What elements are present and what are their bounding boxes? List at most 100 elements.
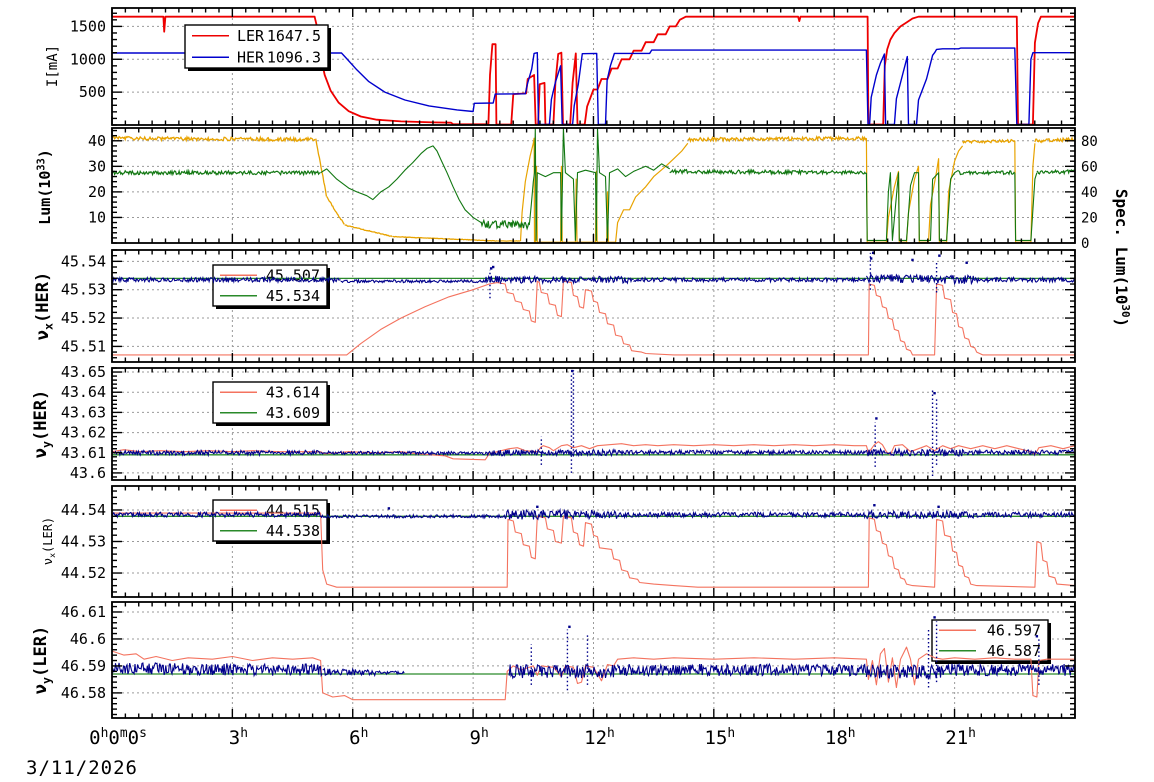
series-nuy-ler-dots [568,625,571,629]
series-nux-ler-dots [873,504,876,507]
y-tick-label: 30 [88,157,106,175]
series-lum [344,224,393,238]
series-nux-ler-dots [387,507,391,510]
y-tick-label: 46.61 [61,603,106,621]
y-tick-label: 45.53 [61,281,106,299]
series-nuy-ler-meas [865,663,955,680]
legend: 46.597 46.587 [931,619,1051,664]
y-tick-label: 46.58 [61,684,106,702]
legend-value: 43.614 [266,383,320,401]
series-nux-her-dots [491,265,495,269]
series-spec-lum [958,169,1015,176]
series-spec-lum-injection [528,128,670,241]
data-group [112,128,1075,243]
y-tick-label: 1000 [70,50,106,68]
series-nuy-ler-dots [933,616,936,619]
series-nux-ler-meas [504,507,618,521]
series-lum [326,196,345,225]
x-tick-label: 9h [470,726,489,749]
y-tick-label: 1500 [70,17,106,35]
series-nuy-her-meas [617,448,867,457]
date-label: 3/11/2026 [26,757,138,779]
y-axis-title: Lum(1033) [36,149,54,225]
series-nux-her-dots [911,258,914,262]
series-spec-lum [112,168,321,177]
series-spec-lum [1036,168,1075,176]
series-nux-her-dots [938,254,941,257]
legend-value: 45.507 [266,266,320,284]
legend: 43.614 43.609 [212,381,330,426]
y-tick-label: 43.64 [61,383,106,401]
y-tick-label: 46.6 [70,630,106,648]
y-tick-label: 43.63 [61,403,106,421]
series-nuy-her-dots [571,369,574,373]
legend-value: 1096.3 [267,48,321,66]
series-lum [962,138,1016,145]
series-nux-her-dots [965,261,968,264]
y2-tick-label: 80 [1081,134,1098,150]
series-spec-lum [669,168,867,177]
y-tick-label: 44.54 [61,501,106,519]
series-nux-ler-dots [937,505,940,509]
y-tick-label: 43.61 [61,444,106,462]
y2-tick-label: 0 [1081,236,1089,252]
series-nuy-her-dots [875,417,878,420]
series-nuy-her-dots [933,392,936,395]
y-tick-label: 43.62 [61,424,106,442]
y2-tick-label: 40 [1081,185,1098,201]
series-nux-ler-meas [865,509,975,520]
series-nux-her-meas [340,278,486,285]
y-tick-label: 45.54 [61,252,106,270]
series-nux-her-meas [865,272,975,286]
y-tick-label: 45.51 [61,337,106,355]
x-tick-label: 6h [349,726,368,749]
x-tick-label: 3h [229,726,248,749]
y-tick-label: 43.65 [61,363,106,381]
legend: LER 1647.5HER 1096.3 [184,24,331,71]
legend-value: 43.609 [266,404,320,422]
y-tick-label: 44.53 [61,533,106,551]
series-nux-her-dots [869,257,873,260]
series-nuy-her-meas [966,448,1075,457]
y-tick-label: 46.59 [61,657,106,675]
legend-value: 1647.5 [267,27,321,45]
y-tick-label: 44.52 [61,564,106,582]
y2-tick-label: 60 [1081,159,1098,175]
legend: 45.507 45.534 [212,264,330,309]
series-lum-injection [519,137,689,243]
series-nuy-ler-meas [508,663,618,680]
series-nuy-ler-dots [1035,635,1039,638]
series-nux-her-meas [500,274,634,286]
y-tick-label: 500 [79,83,106,101]
y-axis-title: νx(HER) [33,272,55,340]
tune-monitor-plot: LER 1647.5HER 1096.3 500 1000 1500 I[mA] 10 20 30… [31,7,1132,749]
y2-axis-title: Spec. Lum(1030) [1112,189,1132,327]
legend-series-name: HER [237,48,265,66]
series-lum-evening [865,138,964,243]
x-tick-label: 0h0m0s [89,726,147,749]
y-tick-label: 40 [88,132,106,150]
legend-series-name: LER [237,27,265,45]
legend-value: 45.534 [266,287,320,305]
x-tick-label: 15h [705,726,736,749]
beam-tune-monitor-canvas: LER 1647.5 HER 1096.3 500 1000 1500 I[mA] 10 20 30… [0,0,1154,782]
legend-value: 46.587 [987,642,1041,660]
x-tick-label: 21h [945,726,976,749]
series-nux-ler-meas [320,512,506,520]
series-spec-lum-evening [865,169,959,241]
y-axis-title: νx(LER) [41,517,57,565]
series-spec-lum-drift [320,145,482,224]
x-tick-label: 18h [825,726,856,749]
series-spec-lum-late [1014,172,1038,241]
series-lum [315,138,328,197]
data-group [112,504,1075,588]
y-tick-label: 10 [88,208,106,226]
series-nux-ler-dots [536,505,539,509]
y-tick-label: 20 [88,183,106,201]
legend-value: 44.538 [266,522,320,540]
y-tick-label: 43.6 [70,464,106,482]
legend-value: 46.597 [987,621,1041,639]
series-lum [392,235,498,242]
y-tick-label: 45.52 [61,309,106,327]
series-lum [687,134,867,144]
